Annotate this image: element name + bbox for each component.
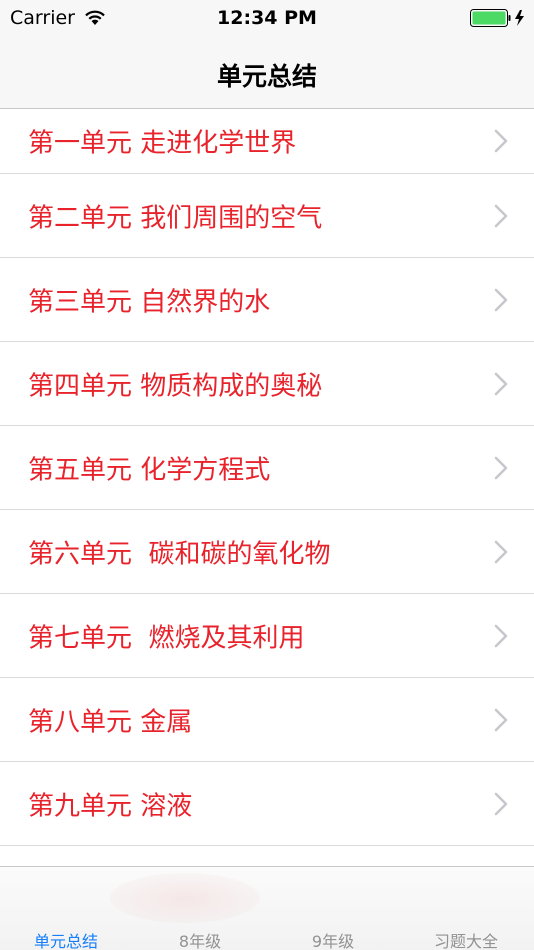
tab-exercises[interactable]: 习题大全: [406, 928, 526, 950]
battery-icon: [470, 9, 524, 27]
status-bar: Carrier 12:34 PM: [0, 0, 534, 40]
list-item-unit-9[interactable]: 第九单元 溶液: [0, 762, 534, 846]
list-item-unit-1[interactable]: 第一单元 走进化学世界: [0, 109, 534, 174]
chevron-right-icon: [494, 792, 508, 815]
chevron-right-icon: [494, 456, 508, 479]
list-item-label: 第三单元 自然界的水: [28, 287, 271, 317]
tab-grade-9[interactable]: 9年级: [273, 928, 393, 950]
list-item-unit-8[interactable]: 第八单元 金属: [0, 678, 534, 762]
tab-grade-8[interactable]: 8年级: [140, 928, 260, 950]
list-item-unit-2[interactable]: 第二单元 我们周围的空气: [0, 174, 534, 258]
tab-bar-background-glow: [110, 873, 260, 923]
navigation-bar: 单元总结: [0, 40, 534, 109]
list-item-unit-6[interactable]: 第六单元 碳和碳的氧化物: [0, 510, 534, 594]
list-item-unit-5[interactable]: 第五单元 化学方程式: [0, 426, 534, 510]
page-title: 单元总结: [216, 62, 317, 91]
list-item-label: 第一单元 走进化学世界: [28, 128, 297, 159]
list-item-label: 第八单元 金属: [28, 707, 193, 737]
app-screen: Carrier 12:34 PM 单元总结 第一单元 走进化学世界 第二单元 我…: [0, 0, 534, 950]
list-item-label: 第四单元 物质构成的奥秘: [28, 371, 323, 401]
chevron-right-icon: [494, 204, 508, 227]
tab-unit-summary[interactable]: 单元总结: [6, 928, 126, 950]
chevron-right-icon: [494, 372, 508, 395]
list-item-unit-4[interactable]: 第四单元 物质构成的奥秘: [0, 342, 534, 426]
list-item-label: 第五单元 化学方程式: [28, 455, 271, 485]
tab-bar: 单元总结 8年级 9年级 习题大全: [0, 866, 534, 950]
list-item-label: 第二单元 我们周围的空气: [28, 203, 323, 233]
list-item-label: 第九单元 溶液: [28, 791, 193, 821]
chevron-right-icon: [494, 540, 508, 563]
list-item-unit-3[interactable]: 第三单元 自然界的水: [0, 258, 534, 342]
chevron-right-icon: [494, 624, 508, 647]
chevron-right-icon: [494, 708, 508, 731]
unit-list: 第一单元 走进化学世界 第二单元 我们周围的空气 第三单元 自然界的水 第四单元…: [0, 109, 534, 846]
chevron-right-icon: [494, 288, 508, 311]
list-item-label: 第六单元 碳和碳的氧化物: [28, 539, 331, 569]
list-item-label: 第七单元 燃烧及其利用: [28, 623, 305, 653]
list-item-unit-7[interactable]: 第七单元 燃烧及其利用: [0, 594, 534, 678]
clock: 12:34 PM: [217, 7, 317, 29]
chevron-right-icon: [494, 129, 508, 153]
